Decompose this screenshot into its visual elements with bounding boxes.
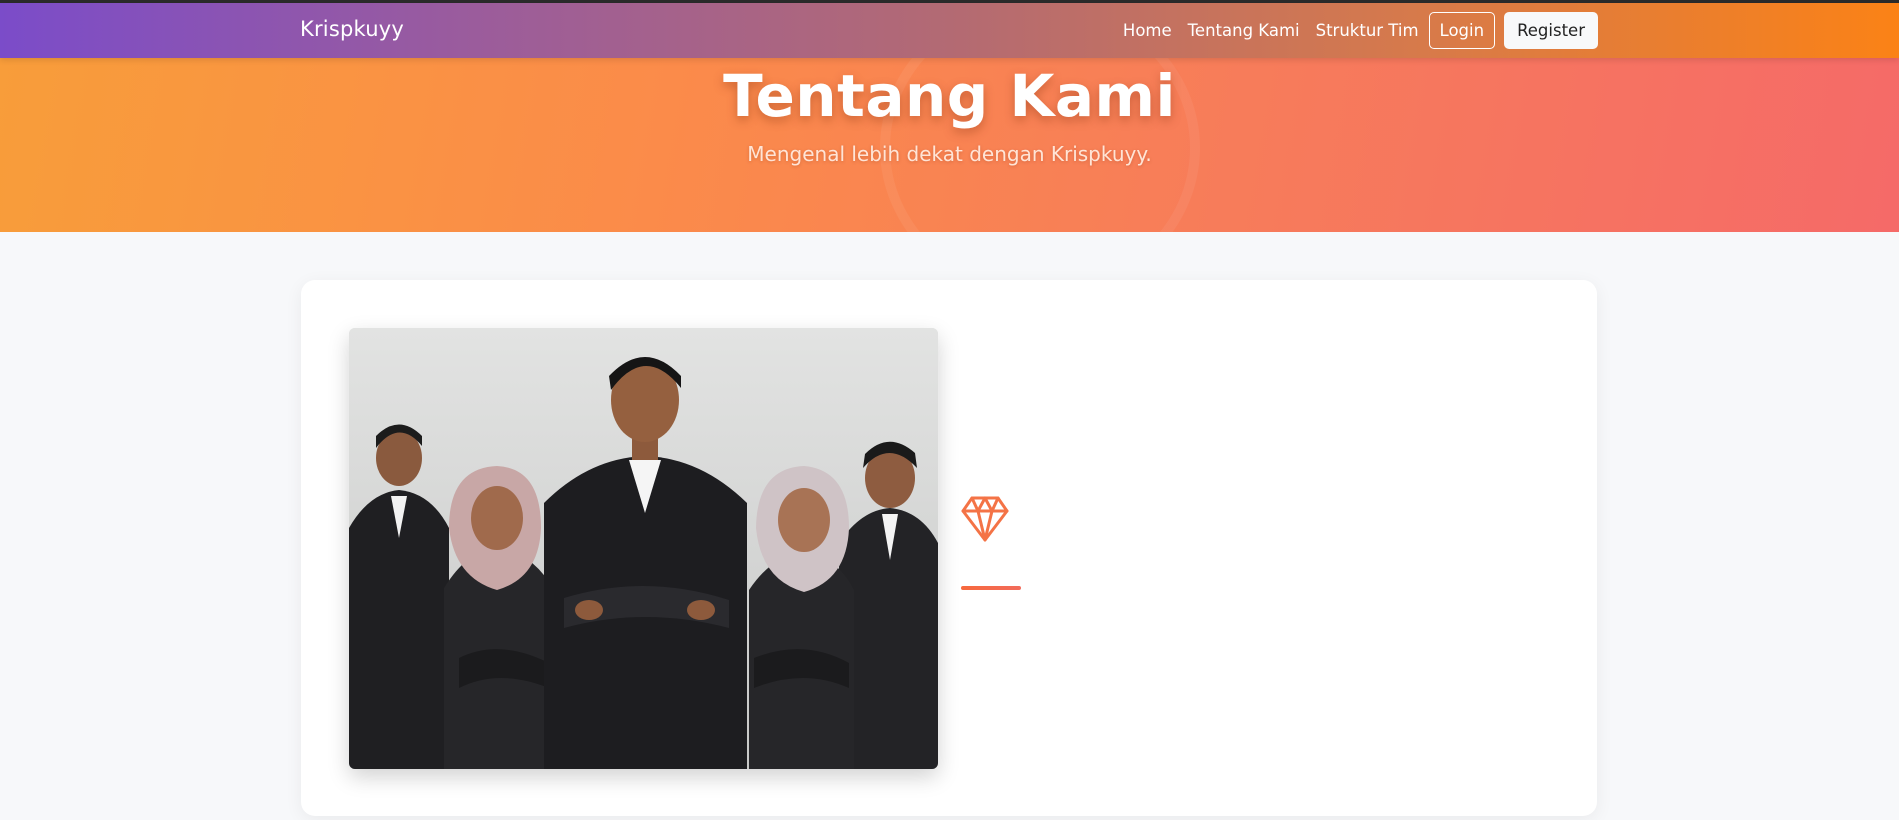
about-card — [301, 280, 1597, 816]
nav-links: Home Tentang Kami Struktur Tim Login Reg… — [1123, 12, 1598, 49]
accent-divider — [961, 586, 1021, 590]
team-photo — [349, 328, 938, 769]
register-button[interactable]: Register — [1504, 12, 1598, 49]
nav-link-home[interactable]: Home — [1123, 15, 1172, 46]
login-button[interactable]: Login — [1428, 12, 1496, 49]
gem-icon — [960, 495, 1010, 543]
page-subtitle: Mengenal lebih dekat dengan Krispkuyy. — [747, 142, 1152, 166]
nav-link-tentang-kami[interactable]: Tentang Kami — [1188, 15, 1300, 46]
hero-banner: Tentang Kami Mengenal lebih dekat dengan… — [0, 58, 1899, 232]
page-title: Tentang Kami — [723, 62, 1176, 130]
navbar: Krispkuyy Home Tentang Kami Struktur Tim… — [0, 3, 1899, 58]
brand-logo[interactable]: Krispkuyy — [300, 17, 404, 41]
nav-link-struktur-tim[interactable]: Struktur Tim — [1316, 15, 1419, 46]
